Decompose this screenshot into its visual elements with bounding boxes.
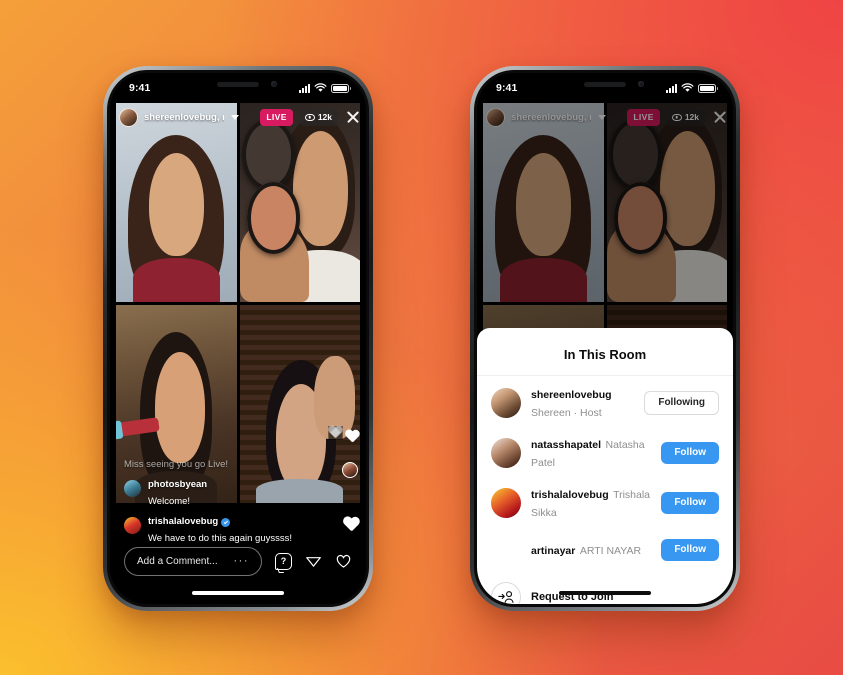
phone-right: 9:41 shereenlovebug, LIVE 12k In This Ro… [470,66,740,611]
participant-tile-top-right[interactable] [239,103,360,302]
subject-body [132,257,220,302]
live-action-icons: ? [275,552,352,570]
subject-face [292,130,348,246]
comment-body: photosbyean Welcome! [148,479,207,509]
follow-button[interactable]: Follow [661,442,719,464]
member-meta: shereenlovebug Shereen · Host [531,385,634,421]
status-bar-right: 9:41 [477,73,733,103]
member-username[interactable]: natasshapatel [531,439,601,451]
home-indicator [559,591,651,595]
request-to-join-row[interactable]: Request to Join [477,572,733,604]
comment-item: trishalalovebug We have to do this again… [124,516,296,546]
comment-text: Welcome! [148,496,191,508]
status-bar-left: 9:41 [110,73,366,103]
comment-input[interactable]: Add a Comment... ··· [124,546,262,576]
comment-body: Miss seeing you go Live! [124,454,228,472]
commenter-username[interactable]: trishalalovebug [148,516,218,528]
front-camera-icon [271,81,277,87]
live-bottom-bar: Add a Comment... ··· ? [110,544,366,578]
paper-plane-icon[interactable] [305,553,322,570]
member-username[interactable]: shereenlovebug [531,389,612,401]
cellular-signal-icon [299,83,310,93]
member-meta: natasshapatel Natasha Patel [531,435,651,471]
commenter-avatar[interactable] [124,517,141,535]
verified-badge-icon [221,517,231,527]
reaction-avatar [342,462,358,478]
in-this-room-sheet: In This Room shereenlovebug Shereen · Ho… [477,328,733,604]
wifi-icon [314,83,327,92]
makeup-compact-dark [241,118,295,191]
comments-list: Miss seeing you go Live! photosbyean Wel… [124,447,296,546]
member-fullname: Shereen · Host [531,407,602,419]
member-avatar[interactable] [491,388,521,418]
question-bubble-icon[interactable]: ? [275,552,292,570]
member-meta: artinayar ARTI NAYAR [531,541,651,559]
commenter-username[interactable]: photosbyean [148,479,207,491]
earpiece-speaker [217,82,259,87]
member-username[interactable]: trishalalovebug [531,489,609,501]
room-member-row[interactable]: natasshapatel Natasha Patel Follow [477,428,733,478]
makeup-compact-light [246,182,300,254]
status-indicators [299,83,351,93]
follow-button[interactable]: Follow [661,539,719,561]
commenter-avatar[interactable] [124,480,141,498]
floating-heart-icon [345,430,360,444]
participant-tile-top-left[interactable] [116,103,237,302]
phone-left: 9:41 shereenlovebug, LIVE 12k Miss seein… [103,66,373,611]
status-indicators [666,83,718,93]
member-avatar[interactable] [491,438,521,468]
sheet-title: In This Room [477,336,733,376]
battery-icon [698,83,718,93]
phone-left-screen: 9:41 shereenlovebug, LIVE 12k Miss seein… [110,73,366,604]
follow-button[interactable]: Follow [661,492,719,514]
comment-text: Miss seeing you go Live! [124,459,229,471]
phone-right-screen: 9:41 shereenlovebug, LIVE 12k In This Ro… [477,73,733,604]
room-member-row[interactable]: artinayar ARTI NAYAR Follow [477,528,733,572]
live-video-area: shereenlovebug, n... LIVE 12k [110,103,366,604]
comment-placeholder: Add a Comment... [137,555,218,567]
comment-text: We have to do this again guyssss! [148,533,292,544]
comment-item: photosbyean Welcome! [124,479,296,509]
room-member-row[interactable]: trishalalovebug Trishala Sikka Follow [477,478,733,528]
member-avatar[interactable] [491,488,521,518]
status-time: 9:41 [129,82,151,94]
battery-icon [331,83,351,93]
comment-body: trishalalovebug We have to do this again… [148,516,292,546]
following-button[interactable]: Following [644,391,719,415]
member-avatar[interactable] [491,535,521,565]
member-meta: trishalalovebug Trishala Sikka [531,485,651,521]
room-member-row[interactable]: shereenlovebug Shereen · Host Following [477,378,733,428]
participant-grid [116,103,360,503]
ellipsis-icon[interactable]: ··· [234,555,250,567]
status-time: 9:41 [496,82,518,94]
phone-right-bezel: 9:41 shereenlovebug, LIVE 12k In This Ro… [474,70,736,607]
cellular-signal-icon [666,83,677,93]
comment-item: Miss seeing you go Live! [124,454,296,472]
home-indicator [192,591,284,595]
floating-reactions [328,426,362,544]
member-fullname: ARTI NAYAR [579,545,642,557]
heart-icon[interactable] [335,553,352,570]
earpiece-speaker [584,82,626,87]
front-camera-icon [638,81,644,87]
floating-heart-icon [343,517,360,533]
floating-heart-icon [328,426,343,440]
wifi-icon [681,83,694,92]
member-username[interactable]: artinayar [531,545,575,557]
subject-face [148,152,204,256]
room-member-list: shereenlovebug Shereen · Host Following … [477,376,733,604]
commenter-username-row: trishalalovebug [148,516,292,528]
phone-left-bezel: 9:41 shereenlovebug, LIVE 12k Miss seein… [107,70,369,607]
add-person-icon [491,582,521,604]
poster-canvas: 9:41 shereenlovebug, LIVE 12k Miss seein… [0,0,843,675]
